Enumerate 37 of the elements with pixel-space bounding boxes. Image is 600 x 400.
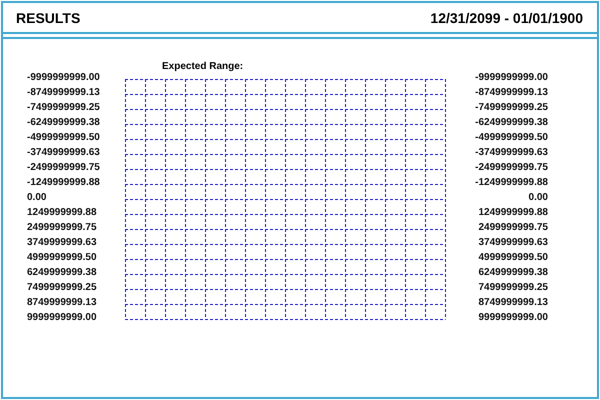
axis-label: -6249999999.38 — [475, 118, 548, 128]
axis-label: 9999999999.00 — [478, 312, 548, 322]
axis-label: -9999999999.00 — [475, 72, 548, 82]
axis-label: -1249999999.88 — [27, 178, 100, 188]
axis-label: 1249999999.88 — [478, 208, 548, 218]
axis-label: 8749999999.13 — [478, 298, 548, 308]
report-title: RESULTS — [16, 9, 80, 28]
axis-label: 2499999999.75 — [478, 222, 548, 232]
axis-label: 6249999999.38 — [478, 268, 548, 278]
date-range: 12/31/2099 - 01/01/1900 — [430, 9, 583, 28]
axis-label: -1249999999.88 — [475, 178, 548, 188]
axis-label: 7499999999.25 — [478, 282, 548, 292]
axis-label: 1249999999.88 — [27, 208, 97, 218]
axis-label: 0.00 — [27, 192, 46, 202]
axis-label: -9999999999.00 — [27, 72, 100, 82]
axis-label: -4999999999.50 — [475, 132, 548, 142]
axis-label: 9999999999.00 — [27, 312, 97, 322]
axis-label: 8749999999.13 — [27, 298, 97, 308]
axis-label: -4999999999.50 — [27, 132, 100, 142]
axis-label: 2499999999.75 — [27, 222, 97, 232]
axis-label: 7499999999.25 — [27, 282, 97, 292]
axis-label: -7499999999.25 — [27, 102, 100, 112]
axis-label: -6249999999.38 — [27, 118, 100, 128]
axis-label: -3749999999.63 — [27, 148, 100, 158]
axis-label: 3749999999.63 — [27, 238, 97, 248]
axis-label: -7499999999.25 — [475, 102, 548, 112]
axis-label: -8749999999.13 — [475, 88, 548, 98]
chart-caption: Expected Range: — [162, 62, 244, 72]
axis-label: 4999999999.50 — [478, 252, 548, 262]
axis-label: 0.00 — [528, 192, 548, 202]
axis-label: 6249999999.38 — [27, 268, 97, 278]
axis-label: 4999999999.50 — [27, 252, 97, 262]
axis-label: 3749999999.63 — [478, 238, 548, 248]
axis-label: -2499999999.75 — [27, 162, 100, 172]
axis-label: -3749999999.63 — [475, 148, 548, 158]
axis-label: -2499999999.75 — [475, 162, 548, 172]
axis-label: -8749999999.13 — [27, 88, 100, 98]
